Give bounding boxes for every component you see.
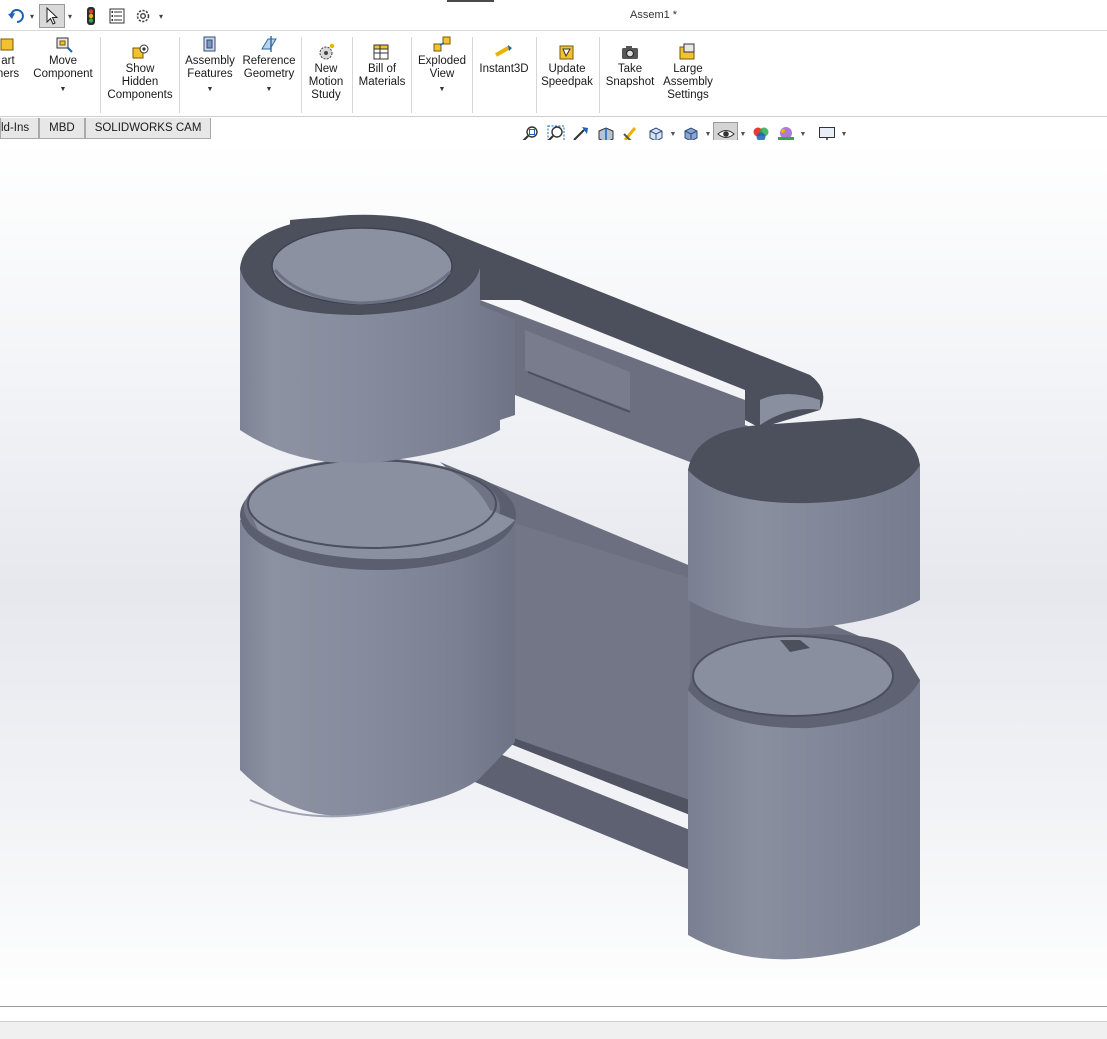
exploded-view-icon	[433, 36, 451, 52]
command-manager-ribbon: art ners Move Component ▼ Show Hidden Co…	[0, 31, 1107, 117]
reference-geometry-dropdown[interactable]: ▼	[240, 83, 298, 96]
tab-add-ins[interactable]: ld-Ins	[0, 118, 40, 139]
instant3d-button[interactable]: Instant3D	[476, 43, 532, 76]
instant3d-icon	[495, 45, 512, 57]
assembly-features-button[interactable]: Assembly Features ▼	[182, 35, 238, 96]
insert-components-icon	[0, 38, 14, 51]
assembly-features-icon	[203, 36, 216, 52]
insert-components-button[interactable]: art ners	[0, 35, 24, 81]
move-component-dropdown[interactable]: ▼	[30, 83, 96, 96]
assembly-features-dropdown[interactable]: ▼	[182, 83, 238, 96]
exploded-view-dropdown[interactable]: ▼	[414, 83, 470, 96]
ribbon-separator	[179, 37, 180, 113]
undo-button[interactable]	[2, 4, 30, 28]
exploded-view-button[interactable]: Exploded View ▼	[414, 35, 470, 96]
title-bar: ▾ ▾ ▾ Assem1 *	[0, 0, 1107, 31]
ribbon-separator	[301, 37, 302, 113]
view-orientation-dropdown[interactable]: ▼	[668, 131, 678, 138]
window-title: Assem1 *	[630, 9, 678, 21]
select-button[interactable]	[39, 4, 65, 28]
move-component-icon	[56, 37, 73, 53]
hide-show-items-dropdown[interactable]: ▼	[738, 131, 748, 138]
undo-icon	[8, 9, 24, 23]
motion-study-icon	[319, 43, 335, 60]
speedpak-icon	[559, 45, 574, 60]
take-snapshot-button[interactable]: Take Snapshot	[602, 43, 658, 89]
tab-mbd[interactable]: MBD	[39, 118, 85, 139]
new-motion-study-button[interactable]: New Motion Study	[304, 43, 348, 102]
gear-icon	[136, 9, 150, 23]
undo-dropdown[interactable]: ▾	[28, 4, 36, 28]
ribbon-separator	[599, 37, 600, 113]
assembly-model[interactable]	[0, 140, 1107, 1006]
bom-icon	[373, 44, 389, 60]
ribbon-separator	[411, 37, 412, 113]
options-button[interactable]	[132, 4, 154, 28]
rebuild-button[interactable]	[80, 4, 102, 28]
select-dropdown[interactable]: ▾	[66, 4, 74, 28]
options-dropdown[interactable]: ▾	[157, 4, 165, 28]
show-hidden-components-button[interactable]: Show Hidden Components	[106, 43, 174, 102]
status-bar-top	[0, 1006, 1107, 1021]
bill-of-materials-button[interactable]: Bill of Materials	[356, 43, 408, 89]
large-assembly-settings-button[interactable]: Large Assembly Settings	[660, 43, 716, 102]
ribbon-separator	[536, 37, 537, 113]
ribbon-separator	[472, 37, 473, 113]
view-settings-dropdown[interactable]: ▼	[839, 131, 849, 138]
apply-scene-dropdown[interactable]: ▼	[798, 131, 808, 138]
graphics-area[interactable]	[0, 140, 1107, 1006]
update-speedpak-button[interactable]: Update Speedpak	[539, 43, 595, 89]
move-component-button[interactable]: Move Component ▼	[30, 35, 96, 96]
file-properties-button[interactable]	[106, 4, 128, 28]
tab-solidworks-cam[interactable]: SOLIDWORKS CAM	[84, 118, 212, 139]
select-arrow-icon	[46, 7, 59, 25]
show-hidden-icon	[132, 44, 149, 59]
reference-geometry-button[interactable]: Reference Geometry ▼	[240, 35, 298, 96]
reference-geometry-icon	[261, 36, 277, 52]
file-properties-icon	[109, 8, 125, 24]
window-top-marker	[447, 0, 494, 2]
ribbon-separator	[352, 37, 353, 113]
command-manager-tabs: ld-Ins MBD SOLIDWORKS CAM	[0, 118, 212, 139]
ribbon-separator	[100, 37, 101, 113]
camera-icon	[622, 46, 638, 59]
display-style-dropdown[interactable]: ▼	[703, 131, 713, 138]
large-assembly-icon	[679, 43, 695, 60]
status-bar	[0, 1021, 1107, 1039]
traffic-light-icon	[87, 7, 95, 25]
